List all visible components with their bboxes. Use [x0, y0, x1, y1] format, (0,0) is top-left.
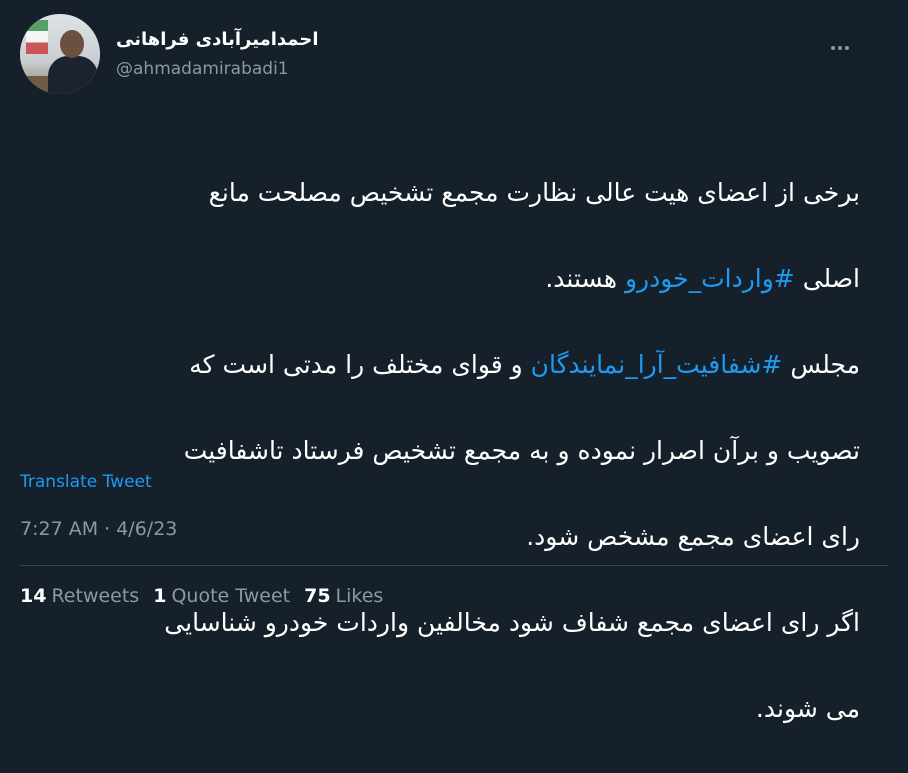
- tweet-line: اگر رای اعضای مجمع شفاف شود مخالفین وارد…: [20, 601, 860, 644]
- translate-tweet-link[interactable]: Translate Tweet: [20, 472, 152, 492]
- flag-graphic: [26, 20, 48, 54]
- tweet-line-text: برخی از اعضای هیت عالی نظارت مجمع تشخیص …: [208, 178, 860, 207]
- hashtag-link[interactable]: #واردات_خودرو: [625, 264, 795, 293]
- tweet-line: برخی از اعضای هیت عالی نظارت مجمع تشخیص …: [20, 171, 860, 214]
- retweets-label: Retweets: [51, 585, 140, 607]
- dot: [831, 46, 835, 50]
- retweets-count: 14: [20, 585, 47, 607]
- divider: [20, 565, 888, 566]
- more-options-icon[interactable]: [828, 38, 852, 58]
- likes-count: 75: [304, 585, 331, 607]
- tweet-line-text: اصلی: [794, 264, 860, 293]
- user-handle[interactable]: @ahmadamirabadi1: [116, 58, 376, 80]
- dot: [838, 46, 842, 50]
- quote-tweets-stat[interactable]: 1 Quote Tweet: [153, 585, 290, 607]
- tweet-text: برخی از اعضای هیت عالی نظارت مجمع تشخیص …: [20, 128, 860, 773]
- tweet-line-text: می شوند.: [755, 694, 860, 723]
- quotes-label: Quote Tweet: [171, 585, 291, 607]
- person-body-graphic: [48, 56, 98, 94]
- tweet-line-text: هستند.: [545, 264, 625, 293]
- tweet-line: تصویب و برآن اصرار نموده و به مجمع تشخیص…: [20, 429, 860, 472]
- avatar[interactable]: [20, 14, 100, 94]
- tweet-line: مجلس #شفافیت_آرا_نمایندگان و قوای مختلف …: [20, 343, 860, 386]
- tweet-line-text: تصویب و برآن اصرار نموده و به مجمع تشخیص…: [183, 436, 860, 465]
- display-name[interactable]: احمدامیرآبادی فراهانی: [116, 28, 376, 52]
- hashtag-link[interactable]: #شفافیت_آرا_نمایندگان: [531, 350, 783, 379]
- dot: [845, 46, 849, 50]
- tweet-line-text: اگر رای اعضای مجمع شفاف شود مخالفین وارد…: [164, 608, 860, 637]
- tweet-line-text: و قوای مختلف را مدتی است که: [189, 350, 531, 379]
- retweets-stat[interactable]: 14 Retweets: [20, 585, 139, 607]
- quotes-count: 1: [153, 585, 167, 607]
- user-info: احمدامیرآبادی فراهانی @ahmadamirabadi1: [116, 28, 376, 80]
- tweet-card: احمدامیرآبادی فراهانی @ahmadamirabadi1 ب…: [0, 0, 908, 723]
- tweet-line: اصلی #واردات_خودرو هستند.: [20, 257, 860, 300]
- likes-stat[interactable]: 75 Likes: [304, 585, 383, 607]
- tweet-timestamp[interactable]: 7:27 AM · 4/6/23: [20, 518, 177, 540]
- tweet-header: احمدامیرآبادی فراهانی @ahmadamirabadi1: [20, 14, 888, 98]
- tweet-line-text: مجلس: [782, 350, 860, 379]
- tweet-stats: 14 Retweets 1 Quote Tweet 75 Likes: [20, 585, 383, 607]
- tweet-line: می شوند.: [20, 687, 860, 730]
- likes-label: Likes: [335, 585, 384, 607]
- person-head-graphic: [60, 30, 84, 58]
- tweet-line-text: رای اعضای مجمع مشخص شود.: [526, 522, 860, 551]
